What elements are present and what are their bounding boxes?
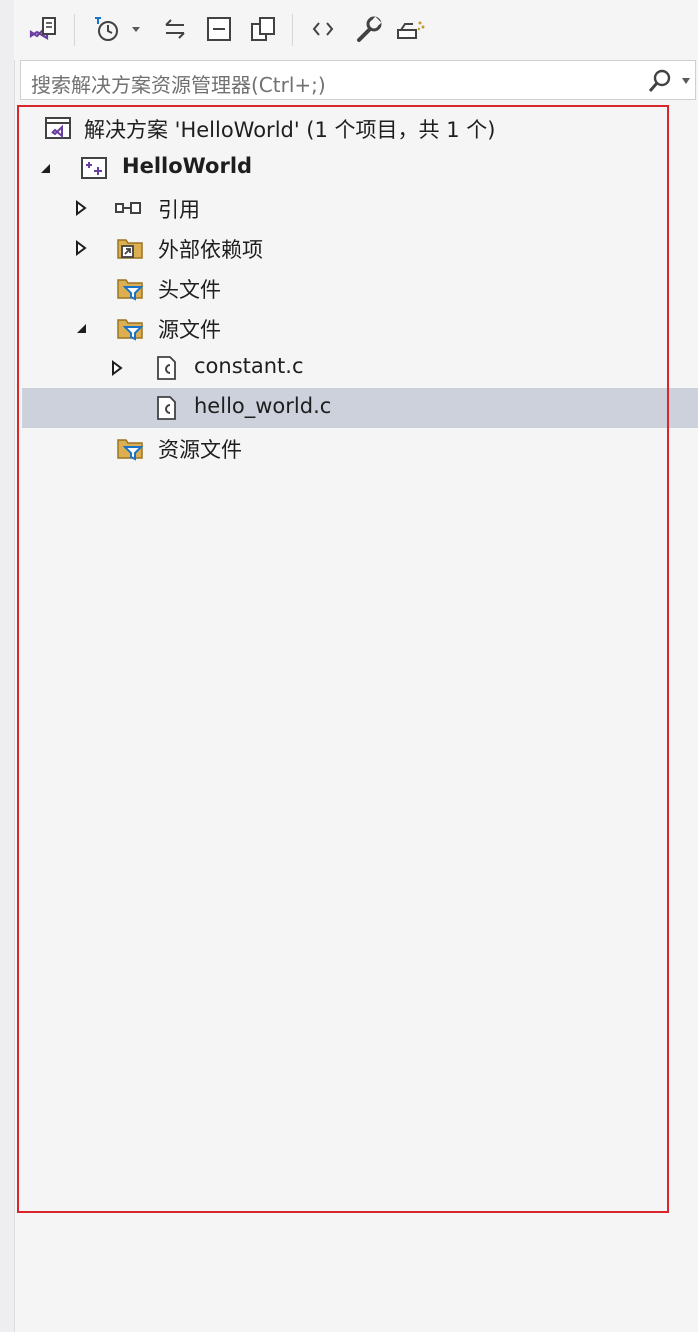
preview-icon[interactable] — [394, 12, 428, 46]
search-options-arrow-icon[interactable] — [681, 77, 691, 85]
search-box[interactable]: 搜索解决方案资源管理器(Ctrl+;) — [20, 60, 696, 100]
toolbar-separator — [292, 14, 293, 46]
toolbar-separator — [74, 14, 75, 46]
sync-icon[interactable] — [158, 12, 192, 46]
search-icon[interactable] — [647, 68, 673, 94]
search-placeholder: 搜索解决方案资源管理器(Ctrl+;) — [31, 73, 326, 97]
solution-explorer-toolbar — [14, 0, 698, 60]
code-view-icon[interactable] — [306, 12, 340, 46]
history-icon[interactable] — [90, 12, 124, 46]
dropdown-arrow-icon[interactable] — [128, 12, 144, 46]
vs-switch-views-icon[interactable] — [26, 12, 60, 46]
show-all-files-icon[interactable] — [246, 12, 280, 46]
collapse-all-icon[interactable] — [202, 12, 236, 46]
highlight-frame — [17, 105, 669, 1213]
left-panel-edge — [0, 0, 15, 1332]
properties-wrench-icon[interactable] — [352, 12, 386, 46]
